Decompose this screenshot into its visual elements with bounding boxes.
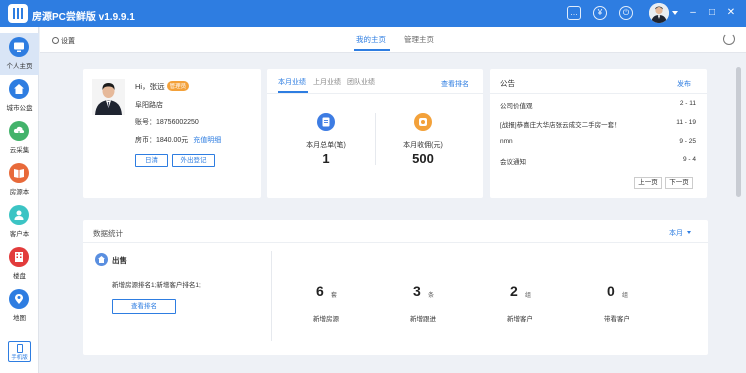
house-icon: [9, 79, 29, 99]
yen-icon[interactable]: ¥: [593, 6, 607, 20]
person-icon: [9, 205, 29, 225]
new-clients-value: 2: [510, 283, 518, 299]
new-clients-label: 新增客户: [507, 316, 533, 323]
viewing-clients-label: 带看客户: [604, 316, 630, 323]
sale-section-title: 出售: [112, 256, 127, 265]
list-item[interactable]: [战报]恭喜庄大华店张云成交二手房一套！ 11 - 19: [500, 119, 696, 129]
role-badge: 管理员: [166, 81, 190, 91]
book-icon: [9, 163, 29, 183]
list-item[interactable]: nmn 9 - 25: [500, 138, 696, 145]
profile-photo: [92, 79, 125, 115]
stats-title: 数据统计: [93, 229, 123, 238]
app-logo-icon: [8, 4, 28, 23]
message-icon[interactable]: …: [567, 6, 581, 20]
coin-balance: 房币：1840.00元 充值明细: [135, 137, 222, 144]
gear-icon: [52, 37, 59, 44]
maximize-icon[interactable]: □: [705, 8, 719, 18]
new-listings-value: 6: [316, 283, 324, 299]
notice-card: 公告 发布 公司价值观 2 - 11 [战报]恭喜庄大华店张云成交二手房一套！ 11…: [490, 69, 707, 198]
account-number: 账号：18756002250: [135, 119, 199, 126]
monthly-commission-value: 500: [412, 151, 434, 166]
minimize-icon[interactable]: –: [686, 8, 700, 18]
active-tab-indicator: [354, 49, 390, 51]
tab-last-month[interactable]: 上月业绩: [313, 77, 341, 87]
recharge-link[interactable]: 充值明细: [193, 137, 221, 144]
sidebar-item-cloud-collect[interactable]: 云采集: [0, 117, 39, 159]
prev-page-button[interactable]: 上一页: [634, 177, 662, 189]
monthly-orders-value: 1: [322, 151, 330, 166]
phone-icon: [17, 344, 23, 353]
scrollbar[interactable]: [736, 67, 741, 197]
stats-card: 数据统计 本月 出售 新增房源排名1;新增客户排名1; 查看排名 6 套 新增房…: [83, 220, 708, 355]
list-item[interactable]: 会议通知 9 - 4: [500, 156, 696, 166]
ranking-text: 新增房源排名1;新增客户排名1;: [112, 282, 201, 289]
document-icon: [317, 113, 335, 131]
new-followups-unit: 条: [428, 293, 435, 299]
tab-bar: 设置 我的主页 管理主页: [40, 27, 746, 53]
tab-admin-home[interactable]: 管理主页: [404, 34, 434, 45]
chevron-down-icon[interactable]: [672, 11, 678, 15]
sidebar-item-listing-book[interactable]: 房源本: [0, 159, 39, 201]
view-ranking-link[interactable]: 查看排名: [441, 79, 469, 89]
sidebar-item-city-pool[interactable]: 城市公盘: [0, 75, 39, 117]
notice-title: 公告: [500, 79, 515, 88]
chevron-down-icon: [686, 231, 691, 234]
tab-my-home[interactable]: 我的主页: [356, 34, 386, 45]
location-icon: [9, 289, 29, 309]
viewing-clients-value: 0: [607, 283, 615, 299]
outing-register-button[interactable]: 外出登记: [172, 154, 215, 167]
sidebar-item-home[interactable]: 个人主页: [0, 33, 39, 75]
sidebar-item-buildings[interactable]: 楼盘: [0, 243, 39, 285]
monthly-commission-label: 本月收佣(元): [403, 142, 443, 149]
refresh-icon[interactable]: [723, 33, 735, 45]
greeting: Hi，张远 管理员: [135, 81, 190, 92]
store-name: 阜阳路店: [135, 102, 163, 109]
new-listings-unit: 套: [331, 293, 338, 299]
divider: [267, 93, 483, 94]
app-title: 房源PC尝鲜版 v1.9.9.1: [32, 12, 135, 23]
performance-card: 本月业绩 上月业绩 团队业绩 查看排名 本月总单(笔) 1 本月收佣(元) 50…: [267, 69, 483, 198]
daily-clear-button[interactable]: 日清: [135, 154, 168, 167]
view-ranking-button[interactable]: 查看排名: [112, 299, 176, 314]
close-icon[interactable]: ✕: [724, 8, 738, 18]
monthly-orders-label: 本月总单(笔): [306, 142, 346, 149]
divider: [490, 93, 707, 94]
list-item[interactable]: 公司价值观 2 - 11: [500, 100, 696, 110]
mobile-version-button[interactable]: 手机版: [8, 341, 31, 362]
title-bar: 房源PC尝鲜版 v1.9.9.1 … ¥ ⏻ – □ ✕: [0, 0, 746, 27]
money-icon: [414, 113, 432, 131]
new-followups-label: 新增跟进: [410, 316, 436, 323]
new-followups-value: 3: [413, 283, 421, 299]
tab-this-month[interactable]: 本月业绩: [278, 77, 306, 87]
new-listings-label: 新增房源: [313, 316, 339, 323]
sidebar-item-client-book[interactable]: 客户本: [0, 201, 39, 243]
next-page-button[interactable]: 下一页: [665, 177, 693, 189]
divider: [83, 242, 708, 243]
sidebar-item-map[interactable]: 地图: [0, 285, 39, 321]
profile-card: Hi，张远 管理员 阜阳路店 账号：18756002250 房币：1840.00元…: [83, 69, 261, 198]
period-select[interactable]: 本月: [669, 228, 691, 238]
publish-link[interactable]: 发布: [677, 79, 691, 89]
tab-team[interactable]: 团队业绩: [347, 77, 375, 87]
user-avatar[interactable]: [649, 3, 669, 23]
sale-icon: [95, 253, 108, 266]
divider: [375, 113, 376, 165]
sidebar: 个人主页 城市公盘 云采集 房源本 客户本 楼盘 地图 手机版: [0, 27, 39, 373]
new-clients-unit: 组: [525, 293, 532, 299]
divider: [271, 251, 272, 341]
building-icon: [9, 247, 29, 267]
power-icon[interactable]: ⏻: [619, 6, 633, 20]
viewing-clients-unit: 组: [622, 293, 629, 299]
settings-button[interactable]: 设置: [52, 36, 75, 46]
monitor-icon: [9, 37, 29, 57]
cloud-download-icon: [9, 121, 29, 141]
